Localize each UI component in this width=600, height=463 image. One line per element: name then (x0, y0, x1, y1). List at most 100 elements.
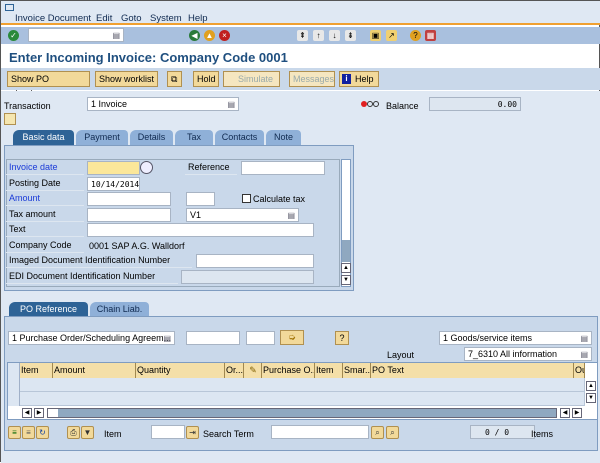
status-light-green-icon (373, 101, 379, 107)
layout-select[interactable]: 7_6310 All information (464, 347, 592, 361)
items-label: Items (531, 429, 554, 439)
find-icon[interactable]: ⌕ (371, 426, 384, 439)
tab-contacts[interactable]: Contacts (215, 130, 264, 145)
edi-doc-id-label: EDI Document Identification Number (6, 270, 178, 284)
simulate-button[interactable]: Simulate (223, 71, 280, 87)
scroll-left-end-icon[interactable]: ◀ (560, 408, 570, 418)
imaged-doc-id-field[interactable] (196, 254, 314, 268)
column-header-purchase-order[interactable]: Purchase O... (262, 363, 315, 378)
first-page-icon[interactable]: ⇞ (297, 30, 308, 41)
column-header-edit-icon[interactable]: ✎ (244, 363, 262, 378)
posting-date-field[interactable]: 10/14/2014 (87, 177, 140, 191)
table-row[interactable] (20, 392, 585, 406)
hold-button[interactable]: Hold (193, 71, 219, 87)
grid-scroll-up-icon[interactable]: ▲ (586, 381, 596, 391)
amount-label: Amount (6, 192, 84, 206)
menu-goto[interactable]: Goto (121, 13, 142, 24)
screen-variant-icon[interactable]: ⧉ (167, 71, 182, 87)
amount-field[interactable] (87, 192, 171, 206)
folder-icon[interactable] (4, 113, 16, 125)
column-header-ou[interactable]: Ou (574, 363, 585, 378)
exit-icon[interactable]: ▲ (204, 30, 215, 41)
tab-details[interactable]: Details (130, 130, 173, 145)
cancel-icon[interactable]: × (219, 30, 230, 41)
column-header-order-unit[interactable]: Or... (225, 363, 244, 378)
menu-system[interactable]: System (150, 13, 182, 24)
print-icon[interactable]: ⎙ (67, 426, 80, 439)
tab-note[interactable]: Note (266, 130, 301, 145)
po-item-field[interactable] (246, 331, 275, 345)
horizontal-scrollbar[interactable] (47, 408, 557, 418)
prev-page-icon[interactable]: ↑ (313, 30, 324, 41)
next-page-icon[interactable]: ↓ (329, 30, 340, 41)
calculate-tax-checkbox[interactable] (242, 194, 251, 203)
edi-doc-id-field (181, 270, 314, 284)
show-worklist-button[interactable]: Show worklist (95, 71, 158, 87)
tab-tax[interactable]: Tax (175, 130, 213, 145)
items-type-select[interactable]: 1 Goods/service items (439, 331, 592, 345)
scroll-up-icon[interactable]: ▲ (341, 263, 351, 273)
scroll-right-icon[interactable]: ▶ (34, 408, 44, 418)
column-header-po-text[interactable]: PO Text (371, 363, 574, 378)
reference-field[interactable] (241, 161, 325, 175)
tab-payment[interactable]: Payment (76, 130, 128, 145)
vertical-scrollbar[interactable]: ▲ ▼ (341, 159, 351, 287)
messages-button[interactable]: Messages (289, 71, 335, 87)
column-header-quantity[interactable]: Quantity (136, 363, 225, 378)
column-header-po-item[interactable]: Item (315, 363, 343, 378)
scroll-left-icon[interactable]: ◀ (22, 408, 32, 418)
item-field[interactable] (151, 425, 185, 439)
item-count: 0 / 0 (470, 425, 535, 439)
posting-date-label: Posting Date (6, 177, 84, 191)
tab-basic-data[interactable]: Basic data (13, 130, 74, 145)
tab-chain-liab[interactable]: Chain Liab. (90, 302, 149, 317)
item-label: Item (104, 429, 122, 439)
menu-edit[interactable]: Edit (96, 13, 112, 24)
tax-amount-field[interactable] (87, 208, 171, 222)
enter-icon[interactable]: ✓ (8, 30, 19, 41)
reference-doc-type-select[interactable]: 1 Purchase Order/Scheduling Agreem... (8, 331, 175, 345)
company-code-value: 0001 SAP A.G. Walldorf (89, 241, 185, 251)
row-selector-column[interactable] (8, 363, 20, 406)
grid-scroll-down-icon[interactable]: ▼ (586, 393, 596, 403)
menu-invoice-document[interactable]: Invoice Document (15, 13, 91, 24)
po-number-field[interactable] (186, 331, 240, 345)
tax-code-select[interactable]: V1 (186, 208, 299, 222)
column-header-item[interactable]: Item (20, 363, 53, 378)
go-to-item-icon[interactable]: ⇥ (186, 426, 199, 439)
refresh-icon[interactable]: ↻ (36, 426, 49, 439)
currency-field[interactable] (186, 192, 215, 206)
shortcut-icon[interactable]: ↗ (386, 30, 397, 41)
transaction-select[interactable]: 1 Invoice (87, 97, 239, 111)
command-field[interactable] (28, 28, 124, 42)
find-next-icon[interactable]: ⌕ (386, 426, 399, 439)
delete-line-icon[interactable]: ≡ (22, 426, 35, 439)
invoice-date-field[interactable] (87, 161, 140, 175)
scroll-right-end-icon[interactable]: ▶ (572, 408, 582, 418)
reference-label: Reference (185, 161, 237, 175)
menu-bar: Invoice Document Edit Goto System Help (1, 1, 600, 25)
calendar-icon[interactable] (140, 161, 153, 174)
help-icon[interactable]: ? (410, 30, 421, 41)
layout-menu-icon[interactable]: ▦ (425, 30, 436, 41)
add-line-icon[interactable]: ≡ (8, 426, 21, 439)
column-header-amount[interactable]: Amount (53, 363, 136, 378)
column-header-smart-number[interactable]: Smar... (343, 363, 371, 378)
info-icon: i (342, 74, 351, 84)
scroll-down-icon[interactable]: ▼ (341, 275, 351, 285)
new-session-icon[interactable]: ▣ (370, 30, 381, 41)
last-page-icon[interactable]: ⇟ (345, 30, 356, 41)
transfer-icon[interactable]: ➭ (280, 330, 304, 345)
search-help-icon[interactable]: ? (335, 331, 349, 345)
tab-po-reference[interactable]: PO Reference (9, 302, 88, 317)
menu-help[interactable]: Help (188, 13, 208, 24)
text-field[interactable] (87, 223, 314, 237)
scroll-thumb[interactable] (342, 240, 350, 262)
table-row[interactable] (20, 378, 585, 392)
search-term-label: Search Term (203, 429, 254, 439)
filter-icon[interactable]: ▼ (81, 426, 94, 439)
window-menu-icon[interactable] (5, 4, 14, 11)
show-po-structure-button[interactable]: Show PO structure (7, 71, 90, 98)
search-term-field[interactable] (271, 425, 369, 439)
back-icon[interactable]: ◀ (189, 30, 200, 41)
